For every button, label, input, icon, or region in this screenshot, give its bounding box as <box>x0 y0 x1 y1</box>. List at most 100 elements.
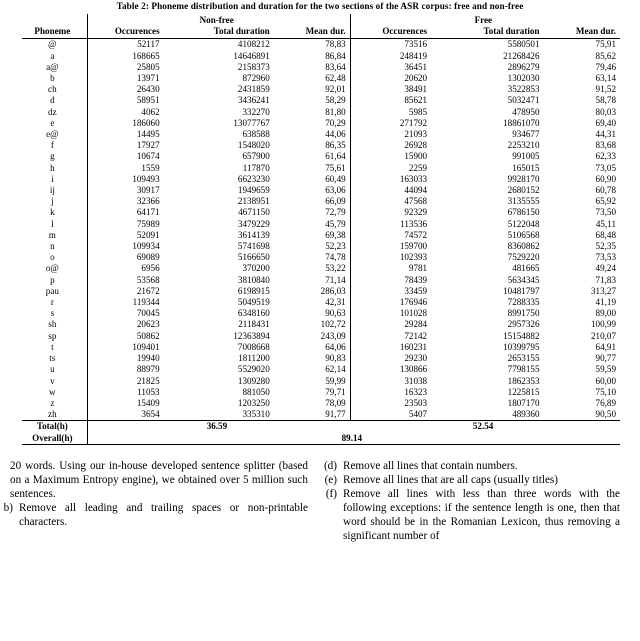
cell-mean-dur-free: 75,91 <box>543 38 620 51</box>
table-row: ch 26430 2431859 92,01 38491 3522853 91,52 <box>22 84 620 96</box>
table-row: dz 4062 332270 81,80 5985 478950 80,03 <box>22 106 620 118</box>
table-row: s 70045 6348160 90,63 101028 8991750 89,00 <box>22 308 620 320</box>
cell-total-duration-free: 5106568 <box>507 229 540 240</box>
cell-phoneme: e@ <box>22 129 88 141</box>
cell-mean-dur-nonfree: 102,72 <box>320 319 346 330</box>
cell-total-duration-nonfree: 1203250 <box>237 397 270 408</box>
document-page: Table 2: Phoneme distribution and durati… <box>0 0 640 641</box>
cell-mean-dur-nonfree: 66,09 <box>325 196 346 207</box>
table-head: Non-free Free Phoneme Occurences Total d… <box>22 14 620 39</box>
cell-mean-dur-free: 91,52 <box>595 84 616 95</box>
col-header-total-duration-nonfree: Total duration <box>213 26 270 37</box>
list-marker-b: b) <box>3 502 13 514</box>
cell-mean-dur-free: 60,78 <box>595 185 616 196</box>
table-row: j 32366 2138951 66,09 47568 3135555 65,92 <box>22 196 620 208</box>
cell-phoneme: v <box>22 375 88 387</box>
cell-mean-dur-nonfree: 91,77 <box>325 409 346 420</box>
cell-mean-dur-nonfree: 71,14 <box>325 274 346 285</box>
cell-occurences-nonfree: 6956 <box>141 263 160 274</box>
cell-phoneme: pau <box>22 285 88 298</box>
total-free: 52.54 <box>350 420 620 433</box>
cell-phoneme: n <box>22 241 88 253</box>
table-row: z 15409 1203250 78,09 23503 1807170 76,89 <box>22 397 620 410</box>
cell-phoneme: p <box>22 274 88 286</box>
cell-phoneme: e <box>22 117 88 130</box>
cell-occurences-nonfree: 88979 <box>136 364 160 375</box>
cell-occurences-free: 36451 <box>349 61 432 74</box>
col-header-total-duration-free: Total duration <box>483 26 540 37</box>
cell-occurences-nonfree: 50862 <box>136 330 160 341</box>
cell-occurences-free: 44094 <box>349 185 432 197</box>
cell-total-duration-free: 1862353 <box>507 375 540 386</box>
cell-total-duration-free: 7798155 <box>507 364 540 375</box>
list-item-b: b) Remove all leading and trailing space… <box>4 501 308 529</box>
cell-occurences-nonfree: 25805 <box>136 61 160 72</box>
cell-total-duration-nonfree: 6623230 <box>237 173 270 184</box>
cell-total-duration-free: 10399795 <box>503 341 540 352</box>
cell-phoneme: sp <box>22 330 88 342</box>
cell-total-duration-nonfree: 881050 <box>242 386 270 397</box>
cell-occurences-free: 47568 <box>349 196 432 208</box>
cell-occurences-nonfree: 11053 <box>137 386 160 397</box>
overall-row: Overall(h) 89.14 <box>22 432 620 445</box>
cell-mean-dur-nonfree: 63,06 <box>325 185 346 196</box>
column-header-row: Phoneme Occurences Total duration Mean d… <box>22 26 620 39</box>
table-row: ts 19940 1811200 90,83 29230 2653155 90,77 <box>22 353 620 365</box>
total-nonfree: 36.59 <box>87 420 351 433</box>
cell-total-duration-free: 8991750 <box>507 308 540 319</box>
cell-occurences-free: 271792 <box>349 117 432 130</box>
cell-occurences-nonfree: 10674 <box>136 151 160 162</box>
cell-total-duration-nonfree: 2118431 <box>238 319 270 330</box>
cell-occurences-free: 159700 <box>349 241 432 253</box>
cell-phoneme: f <box>22 140 88 152</box>
cell-mean-dur-free: 63,14 <box>595 73 616 84</box>
cell-occurences-nonfree: 58951 <box>136 95 160 106</box>
cell-phoneme: @ <box>22 38 88 51</box>
cell-occurences-nonfree: 119344 <box>132 297 160 308</box>
cell-occurences-nonfree: 109934 <box>132 241 160 252</box>
table-row: g 10674 657900 61,64 15900 991005 62,33 <box>22 151 620 163</box>
cell-mean-dur-nonfree: 78,09 <box>325 397 346 408</box>
table-row: i 109493 6623230 60,49 163033 9928170 60,90 <box>22 173 620 186</box>
cell-mean-dur-free: 71,83 <box>595 274 616 285</box>
cell-occurences-free: 101028 <box>349 308 432 320</box>
list-text-f: Remove all lines with less than three wo… <box>343 487 620 543</box>
cell-total-duration-nonfree: 3479229 <box>237 218 270 229</box>
cell-mean-dur-nonfree: 92,01 <box>325 84 346 95</box>
cell-mean-dur-nonfree: 59,99 <box>325 375 346 386</box>
cell-occurences-nonfree: 14495 <box>136 129 160 140</box>
cell-mean-dur-free: 45,11 <box>595 218 616 229</box>
cell-total-duration-free: 18861070 <box>503 117 540 128</box>
table-row: r 119344 5049519 42,31 176946 7288335 41,19 <box>22 297 620 309</box>
table-body: @52117 4108212 78,83 73516 5580501 75,91 a 1686… <box>22 38 620 421</box>
cell-mean-dur-free: 313,27 <box>590 285 616 296</box>
cell-total-duration-free: 478950 <box>512 106 540 117</box>
cell-mean-dur-nonfree: 42,31 <box>325 297 346 308</box>
col-header-occurences-free: Occurences <box>349 26 432 39</box>
table-row: l 75989 3479229 45,79 113536 5122048 45,11 <box>22 218 620 230</box>
cell-phoneme: sh <box>22 319 88 331</box>
table-row: k 64171 4671150 72,79 92329 6786150 73,50 <box>22 207 620 219</box>
cell-mean-dur-free: 65,92 <box>595 196 616 207</box>
cell-occurences-nonfree: 52117 <box>87 38 164 51</box>
cell-total-duration-nonfree: 3810840 <box>237 274 270 285</box>
cell-total-duration-free: 7288335 <box>507 297 540 308</box>
list-item-f: (f) Remove all lines with less than thre… <box>322 487 620 543</box>
cell-total-duration-free: 991005 <box>512 151 540 162</box>
cell-mean-dur-free: 64,91 <box>595 341 616 352</box>
cell-total-duration-nonfree: 2138951 <box>237 196 270 207</box>
cell-phoneme: s <box>22 308 88 320</box>
table-foot: Total(h) 36.59 52.54 Overall(h) 89.14 <box>22 420 620 445</box>
cell-phoneme: k <box>22 207 88 219</box>
cell-phoneme: ij <box>22 185 88 197</box>
col-header-phoneme: Phoneme <box>22 26 88 39</box>
cell-total-duration-free: 1807170 <box>507 397 540 408</box>
cell-occurences-nonfree: 3654 <box>141 409 160 420</box>
left-column: 20 words. Using our in-house developed s… <box>4 459 308 544</box>
phoneme-distribution-table: Non-free Free Phoneme Occurences Total d… <box>22 14 620 445</box>
cell-mean-dur-nonfree: 86,35 <box>325 140 346 151</box>
cell-total-duration-free: 2653155 <box>507 353 540 364</box>
total-row: Total(h) 36.59 52.54 <box>22 420 620 433</box>
cell-mean-dur-nonfree: 70,29 <box>325 117 346 128</box>
cell-occurences-free: 72142 <box>349 330 432 342</box>
